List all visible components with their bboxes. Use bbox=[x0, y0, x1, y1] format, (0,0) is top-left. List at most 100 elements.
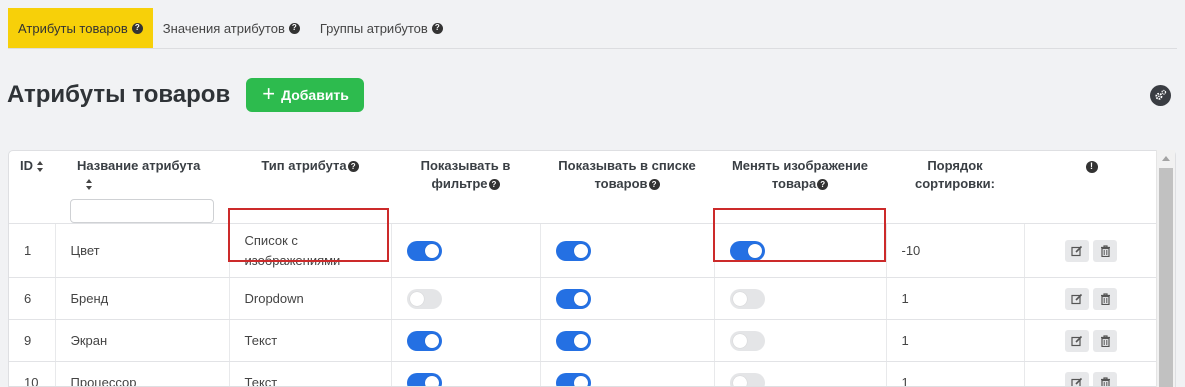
image-toggle[interactable] bbox=[729, 288, 765, 309]
gears-icon bbox=[1155, 89, 1167, 100]
cell-name: Экран bbox=[54, 319, 229, 362]
column-header-list: Показывать в списке товаров? bbox=[540, 151, 714, 224]
cell-image bbox=[713, 223, 886, 278]
scrollbar-thumb[interactable] bbox=[1159, 168, 1173, 387]
edit-button[interactable] bbox=[1065, 329, 1090, 352]
list-toggle[interactable] bbox=[555, 288, 591, 309]
cell-id: 1 bbox=[9, 223, 55, 278]
info-icon: ! bbox=[1085, 160, 1098, 173]
help-icon: ? bbox=[347, 161, 359, 173]
table-row: 1 Цвет Список с изображениями -10 bbox=[9, 223, 1158, 278]
cell-filter bbox=[390, 361, 540, 386]
cell-id: 6 bbox=[9, 277, 55, 320]
delete-button[interactable] bbox=[1093, 287, 1118, 310]
cell-id: 10 bbox=[9, 361, 55, 386]
title-row: Атрибуты товаров + Добавить bbox=[7, 78, 364, 112]
help-icon: ? bbox=[131, 22, 143, 34]
delete-button[interactable] bbox=[1093, 371, 1118, 386]
trash-icon bbox=[1100, 334, 1110, 347]
table-row: 9 Экран Текст 1 bbox=[9, 319, 1158, 362]
tab-label: Значения атрибутов bbox=[162, 20, 285, 36]
scroll-up-icon[interactable] bbox=[1162, 156, 1170, 161]
cell-id: 9 bbox=[9, 319, 55, 362]
edit-button[interactable] bbox=[1065, 287, 1090, 310]
page-title: Атрибуты товаров bbox=[7, 81, 231, 108]
cell-filter bbox=[390, 223, 540, 278]
column-header-order: Порядок сортировки: bbox=[886, 151, 1024, 224]
cell-actions bbox=[1023, 319, 1158, 362]
delete-button[interactable] bbox=[1093, 239, 1118, 262]
image-toggle[interactable] bbox=[729, 330, 765, 351]
table-header-row: ID Название атрибута Тип атрибута? Показ… bbox=[9, 151, 1158, 224]
cell-list bbox=[539, 361, 714, 386]
list-toggle[interactable] bbox=[555, 372, 591, 386]
plus-icon: + bbox=[262, 81, 276, 106]
tab-attribute-values[interactable]: Значения атрибутов ? bbox=[153, 8, 310, 48]
tab-label: Атрибуты товаров bbox=[18, 20, 128, 36]
column-header-id[interactable]: ID bbox=[9, 151, 55, 224]
edit-button[interactable] bbox=[1065, 239, 1090, 262]
name-filter-input[interactable] bbox=[70, 199, 214, 223]
help-icon: ? bbox=[288, 22, 300, 34]
cell-list bbox=[539, 319, 714, 362]
cell-filter bbox=[390, 319, 540, 362]
help-icon: ? bbox=[648, 179, 660, 191]
trash-icon bbox=[1100, 292, 1110, 305]
column-header-actions: ! bbox=[1024, 151, 1158, 224]
settings-button[interactable] bbox=[1150, 85, 1171, 106]
cell-order: 1 bbox=[885, 319, 1024, 362]
cell-type: Текст bbox=[228, 319, 391, 362]
table-row: 6 Бренд Dropdown 1 bbox=[9, 277, 1158, 320]
cell-list bbox=[539, 223, 714, 278]
help-icon: ? bbox=[817, 179, 829, 191]
tab-label: Группы атрибутов bbox=[319, 20, 428, 36]
add-button-label: Добавить bbox=[281, 87, 349, 103]
cell-image bbox=[713, 361, 886, 386]
tab-product-attributes[interactable]: Атрибуты товаров ? bbox=[8, 8, 153, 48]
delete-button[interactable] bbox=[1093, 329, 1118, 352]
help-icon: ? bbox=[488, 179, 500, 191]
cell-order: 1 bbox=[885, 277, 1024, 320]
edit-button[interactable] bbox=[1065, 371, 1090, 386]
table-scrollbar[interactable] bbox=[1156, 150, 1175, 387]
add-button[interactable]: + Добавить bbox=[246, 78, 364, 112]
cell-type: Dropdown bbox=[228, 277, 391, 320]
attributes-table: ID Название атрибута Тип атрибута? Показ… bbox=[9, 151, 1158, 386]
cell-type: Список с изображениями bbox=[228, 223, 391, 278]
list-toggle[interactable] bbox=[555, 330, 591, 351]
cell-type: Текст bbox=[228, 361, 391, 386]
cell-image bbox=[713, 277, 886, 320]
cell-order: 1 bbox=[885, 361, 1024, 386]
column-header-name[interactable]: Название атрибута bbox=[55, 151, 229, 224]
image-toggle[interactable] bbox=[729, 372, 765, 386]
cell-name: Бренд bbox=[54, 277, 229, 320]
image-toggle[interactable] bbox=[729, 240, 765, 261]
help-icon: ? bbox=[431, 22, 443, 34]
column-header-image: Менять изображение товара? bbox=[714, 151, 886, 224]
edit-icon bbox=[1071, 335, 1083, 346]
cell-image bbox=[713, 319, 886, 362]
cell-actions bbox=[1023, 361, 1158, 386]
sort-icon bbox=[86, 179, 93, 191]
cell-name: Процессор bbox=[54, 361, 229, 386]
trash-icon bbox=[1100, 376, 1110, 386]
table-row: 10 Процессор Текст 1 bbox=[9, 361, 1158, 386]
cell-actions bbox=[1023, 223, 1158, 278]
attributes-table-container: ID Название атрибута Тип атрибута? Показ… bbox=[8, 150, 1176, 387]
cell-actions bbox=[1023, 277, 1158, 320]
filter-toggle[interactable] bbox=[406, 288, 442, 309]
edit-icon bbox=[1071, 245, 1083, 256]
tab-bar: Атрибуты товаров ? Значения атрибутов ? … bbox=[8, 8, 1177, 49]
filter-toggle[interactable] bbox=[406, 372, 442, 386]
edit-icon bbox=[1071, 377, 1083, 386]
cell-name: Цвет bbox=[54, 223, 229, 278]
cell-order: -10 bbox=[885, 223, 1024, 278]
column-header-type: Тип атрибута? bbox=[229, 151, 391, 224]
cell-list bbox=[539, 277, 714, 320]
filter-toggle[interactable] bbox=[406, 240, 442, 261]
filter-toggle[interactable] bbox=[406, 330, 442, 351]
tab-attribute-groups[interactable]: Группы атрибутов ? bbox=[310, 8, 453, 48]
list-toggle[interactable] bbox=[555, 240, 591, 261]
edit-icon bbox=[1071, 293, 1083, 304]
cell-filter bbox=[390, 277, 540, 320]
